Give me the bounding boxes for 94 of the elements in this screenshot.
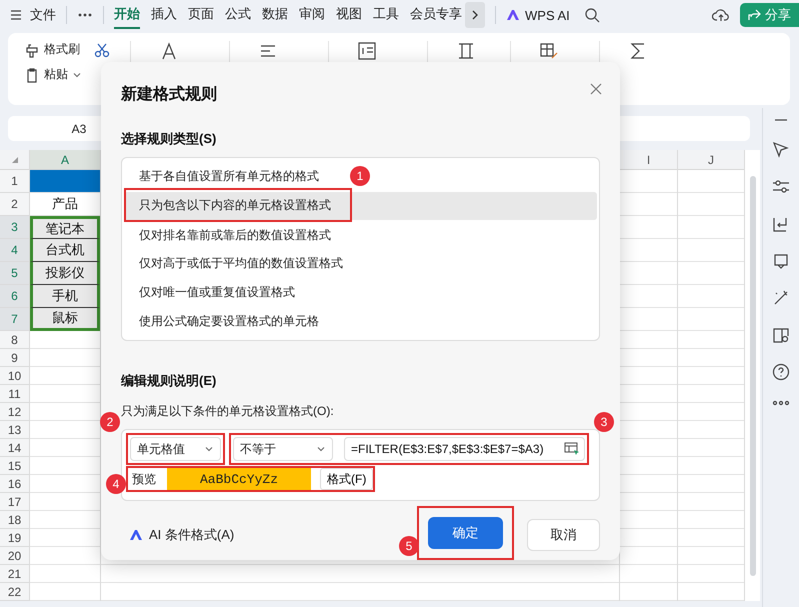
dialog-title: 新建格式规则 [121,84,217,104]
row-header[interactable]: 6 [0,285,29,308]
chevron-down-icon [316,444,326,454]
section-heading: 选择规则类型(S) [121,130,218,148]
range-picker-icon[interactable] [564,442,580,456]
step-number-badge: 3 [594,412,614,432]
table-cell: 手机 [30,285,100,308]
row-header[interactable]: 13 [0,421,29,439]
more-icon[interactable] [772,400,790,406]
wps-ai-button[interactable]: WPS AI [525,8,570,22]
more-icon[interactable] [77,12,93,18]
row-header[interactable]: 5 [0,262,29,285]
scissors-icon[interactable] [94,42,110,58]
style-icon[interactable] [772,252,790,270]
help-icon[interactable] [772,363,790,381]
ribbon-tab[interactable]: 视图 [336,1,362,29]
scrollbar-thumb[interactable] [750,176,756,576]
ribbon-tab[interactable]: 会员专享 [410,1,462,29]
ribbon-tab[interactable]: 插入 [151,1,177,29]
paste-button[interactable]: 粘贴 [24,66,110,83]
ribbon-tab[interactable]: 公式 [225,1,251,29]
row-header[interactable]: 4 [0,239,29,262]
row-header[interactable]: 1 [0,170,29,193]
rule-type-item[interactable]: 仅对排名靠前或靠后的数值设置格式 [124,222,597,249]
ribbon-tab[interactable]: 工具 [373,1,399,29]
ai-logo-icon [506,9,520,21]
book-search-icon[interactable] [772,326,790,344]
ribbon-tab[interactable]: 审阅 [299,1,325,29]
close-button[interactable] [590,83,602,95]
select-all-corner[interactable] [0,150,29,170]
section-heading: 编辑规则说明(E) [121,372,218,390]
row-header[interactable]: 16 [0,475,29,493]
row-header[interactable]: 10 [0,367,29,385]
row-header[interactable]: 2 [0,193,29,216]
row-header[interactable]: 15 [0,457,29,475]
chevron-down-icon [204,444,214,454]
ribbon-tab[interactable]: 数据 [262,1,288,29]
ribbon-tab[interactable]: 开始 [114,1,140,29]
ai-logo-icon [129,529,143,541]
condition-label: 只为满足以下条件的单元格设置格式(O): [121,403,335,420]
ribbon-tab[interactable]: 页面 [188,1,214,29]
minus-icon[interactable] [774,118,788,122]
row-header[interactable]: 7 [0,308,29,331]
operator-dropdown[interactable]: 不等于 [233,437,333,461]
row-header[interactable]: 3 [0,216,29,239]
rule-type-item[interactable]: 仅对唯一值或重复值设置格式 [124,279,597,306]
row-header[interactable]: 12 [0,403,29,421]
cursor-icon[interactable] [772,141,790,159]
menu-icon[interactable] [10,9,22,21]
corner-triangle-icon [12,156,18,162]
table-style-icon[interactable] [539,41,559,61]
format-button[interactable]: 格式(F) [320,468,374,490]
rule-type-item[interactable]: 使用公式确定要设置格式的单元格 [124,308,597,335]
row-header[interactable]: 19 [0,529,29,547]
cloud-upload-icon[interactable] [712,7,730,23]
row-header[interactable]: 21 [0,565,29,583]
cancel-button[interactable]: 取消 [527,519,600,551]
step-number-badge: 2 [100,412,120,432]
share-icon [748,9,762,21]
row-header[interactable]: 17 [0,493,29,511]
magic-wand-icon[interactable] [772,289,790,307]
column-header[interactable]: J [678,150,744,170]
paintbrush-icon[interactable] [24,42,40,58]
table-cell: 鼠标 [30,308,100,331]
preview-label: 预览 [132,470,157,488]
table-cell: 台式机 [30,239,100,262]
format-painter-button[interactable]: 格式刷 [24,41,110,58]
row-header[interactable]: 20 [0,547,29,565]
cell-format-icon[interactable] [456,41,476,61]
rule-type-item[interactable]: 只为包含以下内容的单元格设置格式 [124,192,597,220]
value-dropdown[interactable]: 单元格值 [130,437,221,461]
share-button[interactable]: 分享 [740,3,799,27]
close-icon [590,83,602,95]
row-header[interactable]: 11 [0,385,29,403]
row-header[interactable]: 8 [0,331,29,349]
row-header[interactable]: 9 [0,349,29,367]
number-format-icon[interactable] [357,41,377,61]
ai-conditional-format-button[interactable]: AI 条件格式(A) [121,526,234,544]
step-number-badge: 4 [106,474,126,494]
row-header[interactable]: 22 [0,583,29,601]
row-header[interactable]: 18 [0,511,29,529]
column-header[interactable]: I [620,150,677,170]
column-header[interactable]: A [30,150,100,170]
preview-sample: AaBbCcYyZz [167,468,311,490]
table-cell: 笔记本 [30,216,100,239]
table-cell: 投影仪 [30,262,100,285]
row-header[interactable]: 14 [0,439,29,457]
ok-button[interactable]: 确定 [428,517,503,549]
step-number-badge: 5 [399,536,419,556]
chevron-right-icon[interactable] [465,2,485,28]
search-icon[interactable] [584,7,600,23]
file-menu[interactable]: 文件 [30,6,56,24]
formula-field[interactable]: =FILTER(E$3:E$7,$E$3:$E$7=$A3) [344,437,585,461]
rule-type-item[interactable]: 仅对高于或低于平均值的数值设置格式 [124,250,597,278]
